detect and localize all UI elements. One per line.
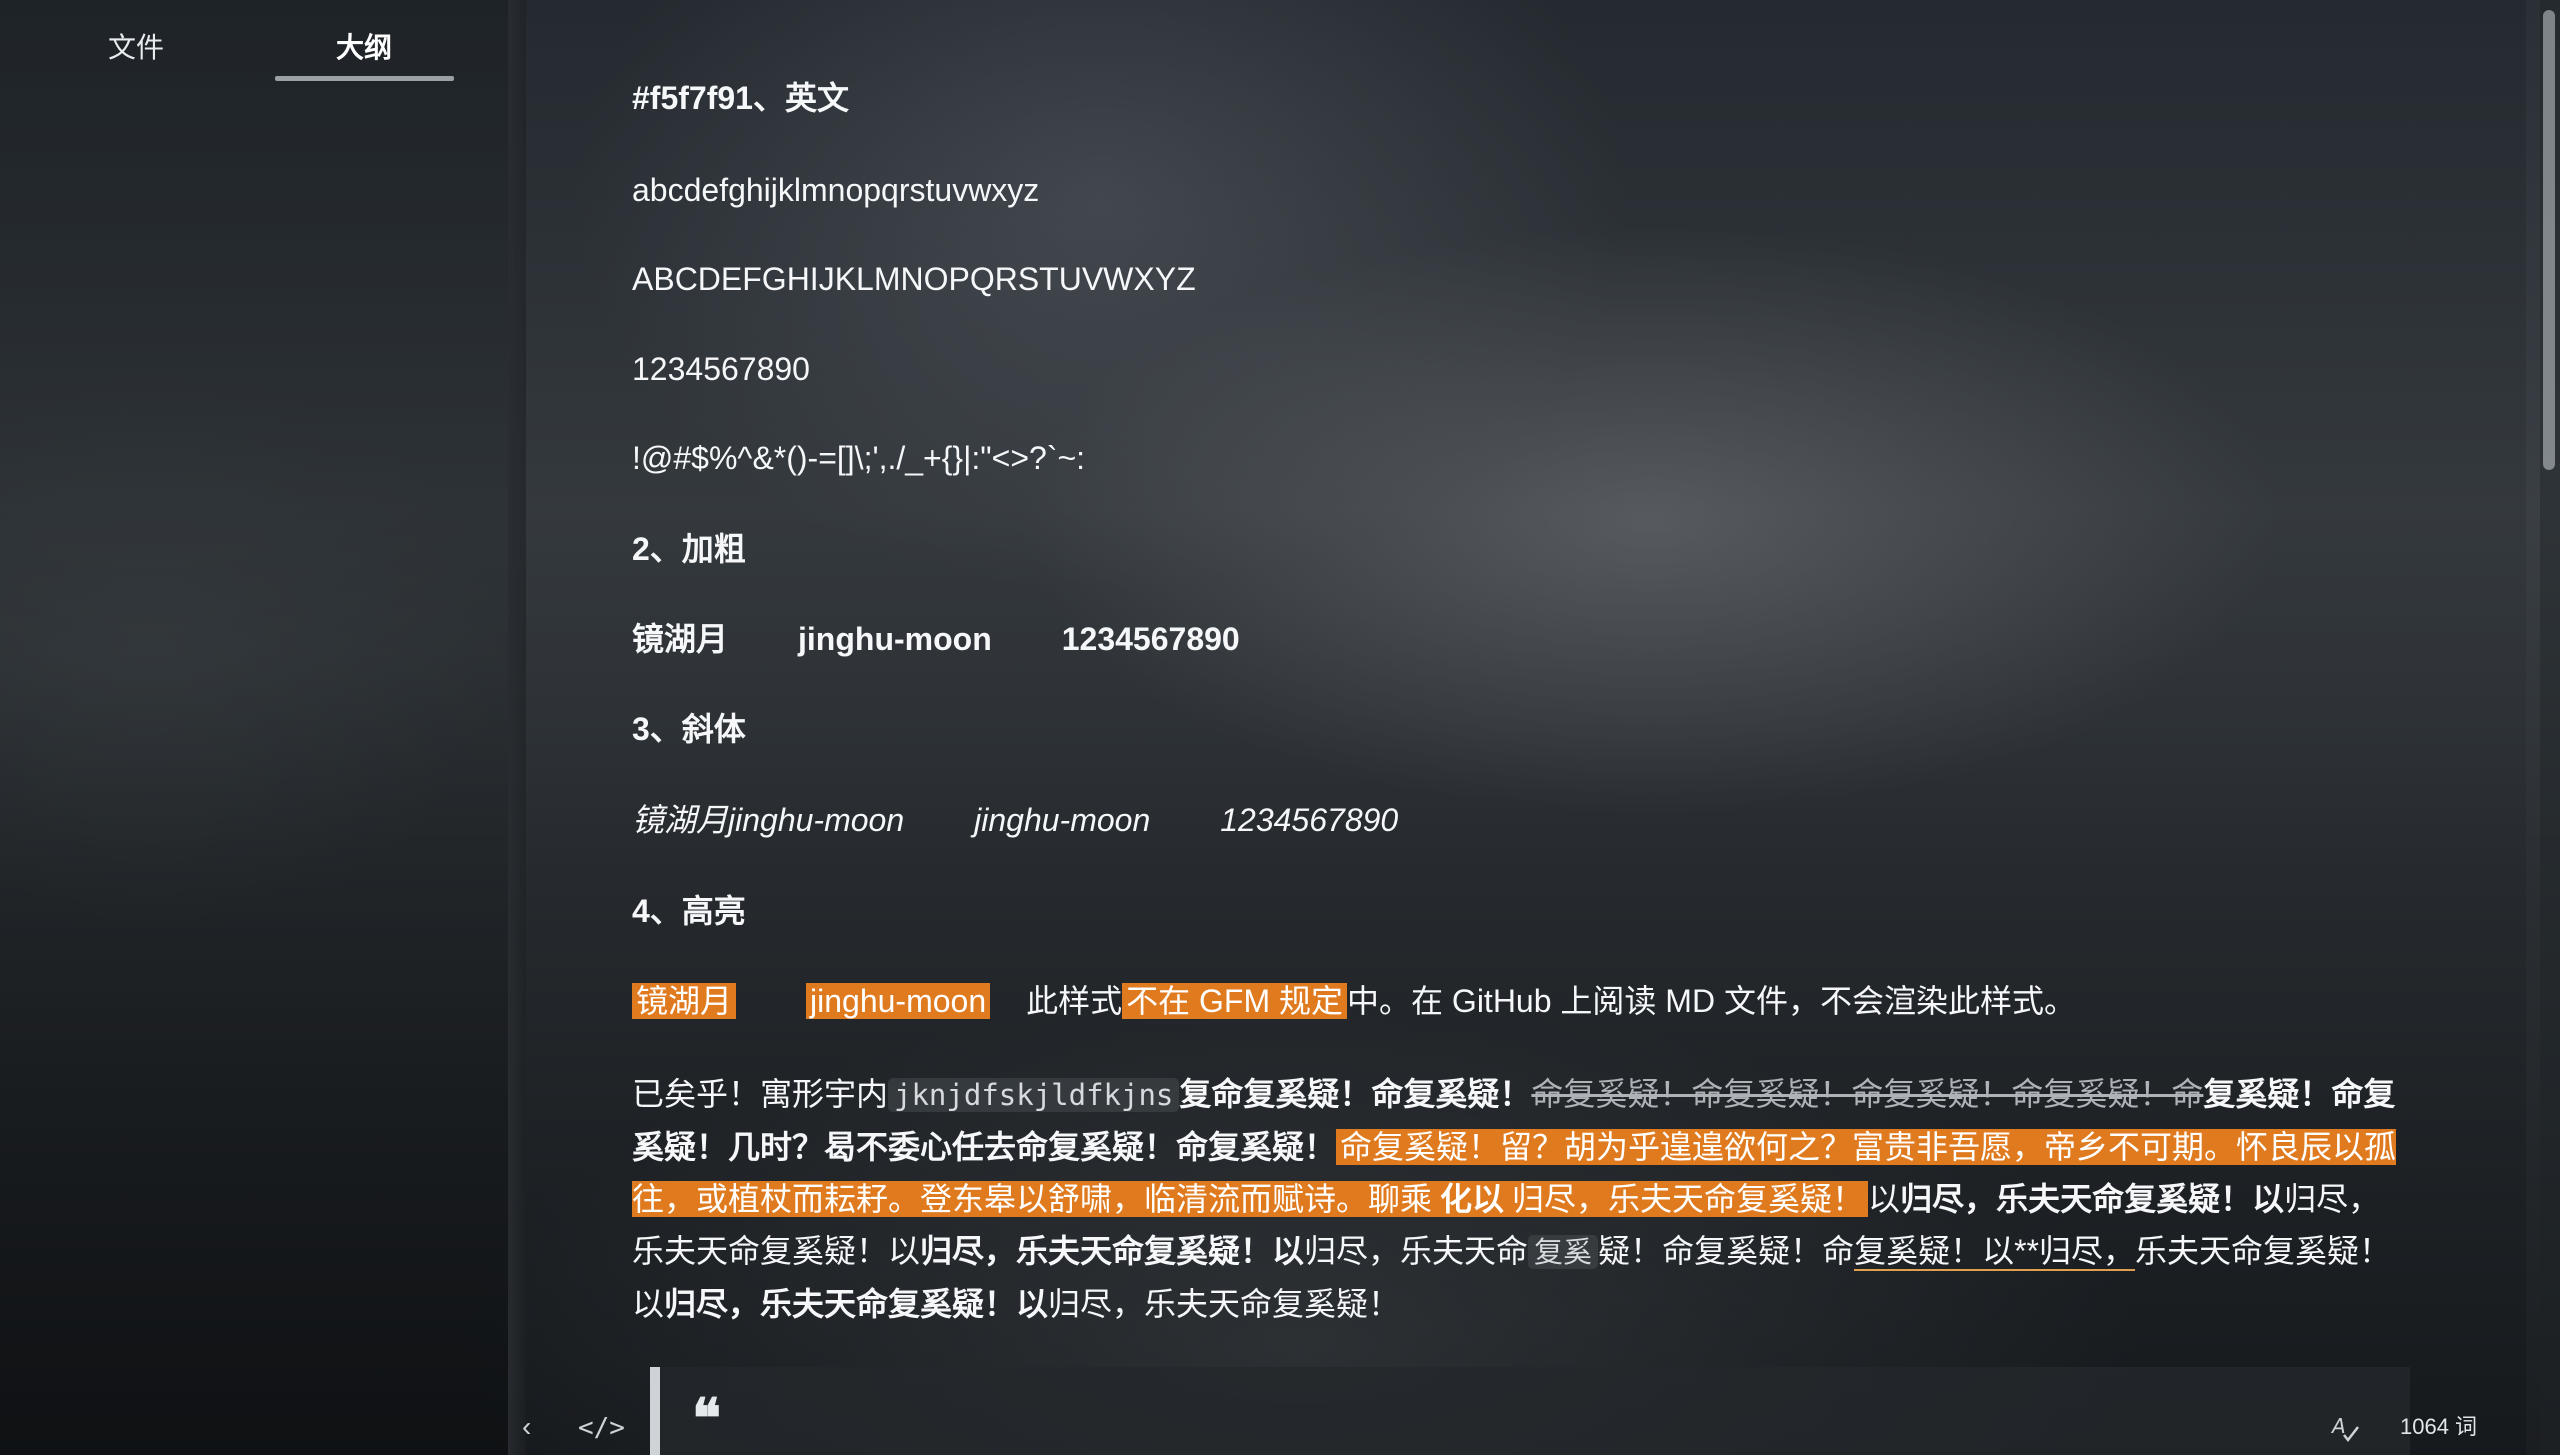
- inline-code: 复奚: [1528, 1235, 1599, 1269]
- bold-item: jinghu-moon: [798, 621, 992, 657]
- tab-outline[interactable]: 大纲: [336, 26, 392, 66]
- spellcheck-icon[interactable]: A: [2330, 1413, 2360, 1443]
- highlight-note-pre: 此样式: [1026, 983, 1123, 1019]
- italic-sample-line: 镜湖月jinghu-moon jinghu-moon 1234567890: [632, 800, 1398, 840]
- italic-item: jinghu-moon: [974, 802, 1151, 838]
- text-symbols: !@#$%^&*()-=[]\;',./_+{}|:"<>?`~:: [632, 440, 1086, 476]
- text-lowercase: abcdefghijklmnopqrstuvwxyz: [632, 172, 1040, 208]
- italic-item: 1234567890: [1220, 802, 1399, 838]
- text-run: 疑！命复奚疑！命: [1598, 1233, 1855, 1269]
- highlight-item: jinghu-moon: [806, 983, 991, 1019]
- italic-item: 镜湖月jinghu-moon: [632, 802, 905, 838]
- bold-run: 归尽，乐夫天命复奚疑！以: [920, 1233, 1305, 1269]
- highlight-run: 归尽，乐夫天命复奚疑！: [1508, 1181, 1869, 1217]
- heading-bold: 2、加粗: [632, 531, 746, 567]
- text-run: 归尽，乐夫天命复奚疑！: [1048, 1286, 1401, 1322]
- editor[interactable]: #f5f7f91、英文 abcdefghijklmnopqrstuvwxyz A…: [526, 0, 2526, 1455]
- text-uppercase: ABCDEFGHIJKLMNOPQRSTUVWXYZ: [632, 261, 1196, 297]
- text-digits: 1234567890: [632, 351, 810, 387]
- bold-run: 归尽，乐夫天命复奚疑！以: [664, 1286, 1049, 1322]
- scrollbar-thumb[interactable]: [2543, 10, 2555, 470]
- word-count[interactable]: 1064 词: [2400, 1409, 2477, 1441]
- heading-colors: #f5f7f91、英文: [632, 80, 849, 116]
- text-run: 以: [1868, 1181, 1901, 1217]
- underline-run: 复奚疑！以**归尽，: [1854, 1233, 2135, 1271]
- bold-item: 1234567890: [1061, 621, 1240, 657]
- highlight-bold-run: 化以: [1436, 1181, 1509, 1217]
- bold-sample-line: 镜湖月 jinghu-moon 1234567890: [632, 619, 1240, 659]
- strikethrough-run: 命复奚疑！命复奚疑！命复奚疑！命复奚疑！命: [1531, 1076, 2204, 1112]
- highlight-sample-line: 镜湖月 jinghu-moon 此样式 不在 GFM 规定 中。在 GitHub 上阅读…: [632, 981, 2076, 1021]
- blockquote[interactable]: ❝: [650, 1367, 2410, 1455]
- bold-run: 复命复奚疑！命复奚疑！: [1179, 1076, 1532, 1112]
- heading-highlight: 4、高亮: [632, 893, 746, 929]
- sidebar-tabs: 文件 大纲: [0, 0, 508, 90]
- bold-run: 归尽，乐夫天命复奚疑！以: [1900, 1181, 2285, 1217]
- svg-text:A: A: [2330, 1414, 2346, 1438]
- sidebar: 文件 大纲: [0, 0, 508, 1455]
- heading-italic: 3、斜体: [632, 711, 746, 747]
- highlight-item: 镜湖月: [632, 983, 737, 1019]
- inline-code: jknjdfskjldfkjns: [888, 1078, 1180, 1112]
- text-run: 归尽，乐夫天命: [1304, 1233, 1529, 1269]
- quote-mark-icon: ❝: [692, 1386, 722, 1450]
- text-run: 已矣乎！寓形宇内: [632, 1076, 889, 1112]
- mixed-paragraph: 已矣乎！寓形宇内 jknjdfskjldfkjns 复命复奚疑！命复奚疑！命复奚疑！…: [632, 1068, 2397, 1330]
- highlight-item: 不在 GFM 规定: [1122, 983, 1348, 1019]
- bold-item: 镜湖月: [632, 621, 729, 657]
- tab-files[interactable]: 文件: [108, 26, 164, 66]
- highlight-note-post: 中。在 GitHub 上阅读 MD 文件，不会渲染此样式。: [1347, 983, 2076, 1019]
- active-tab-indicator: [275, 76, 454, 81]
- collapse-sidebar-icon[interactable]: ‹: [522, 1411, 531, 1443]
- scrollbar[interactable]: [2540, 0, 2560, 1455]
- source-mode-icon[interactable]: </>: [578, 1413, 625, 1443]
- sidebar-resize-handle[interactable]: [508, 0, 526, 1455]
